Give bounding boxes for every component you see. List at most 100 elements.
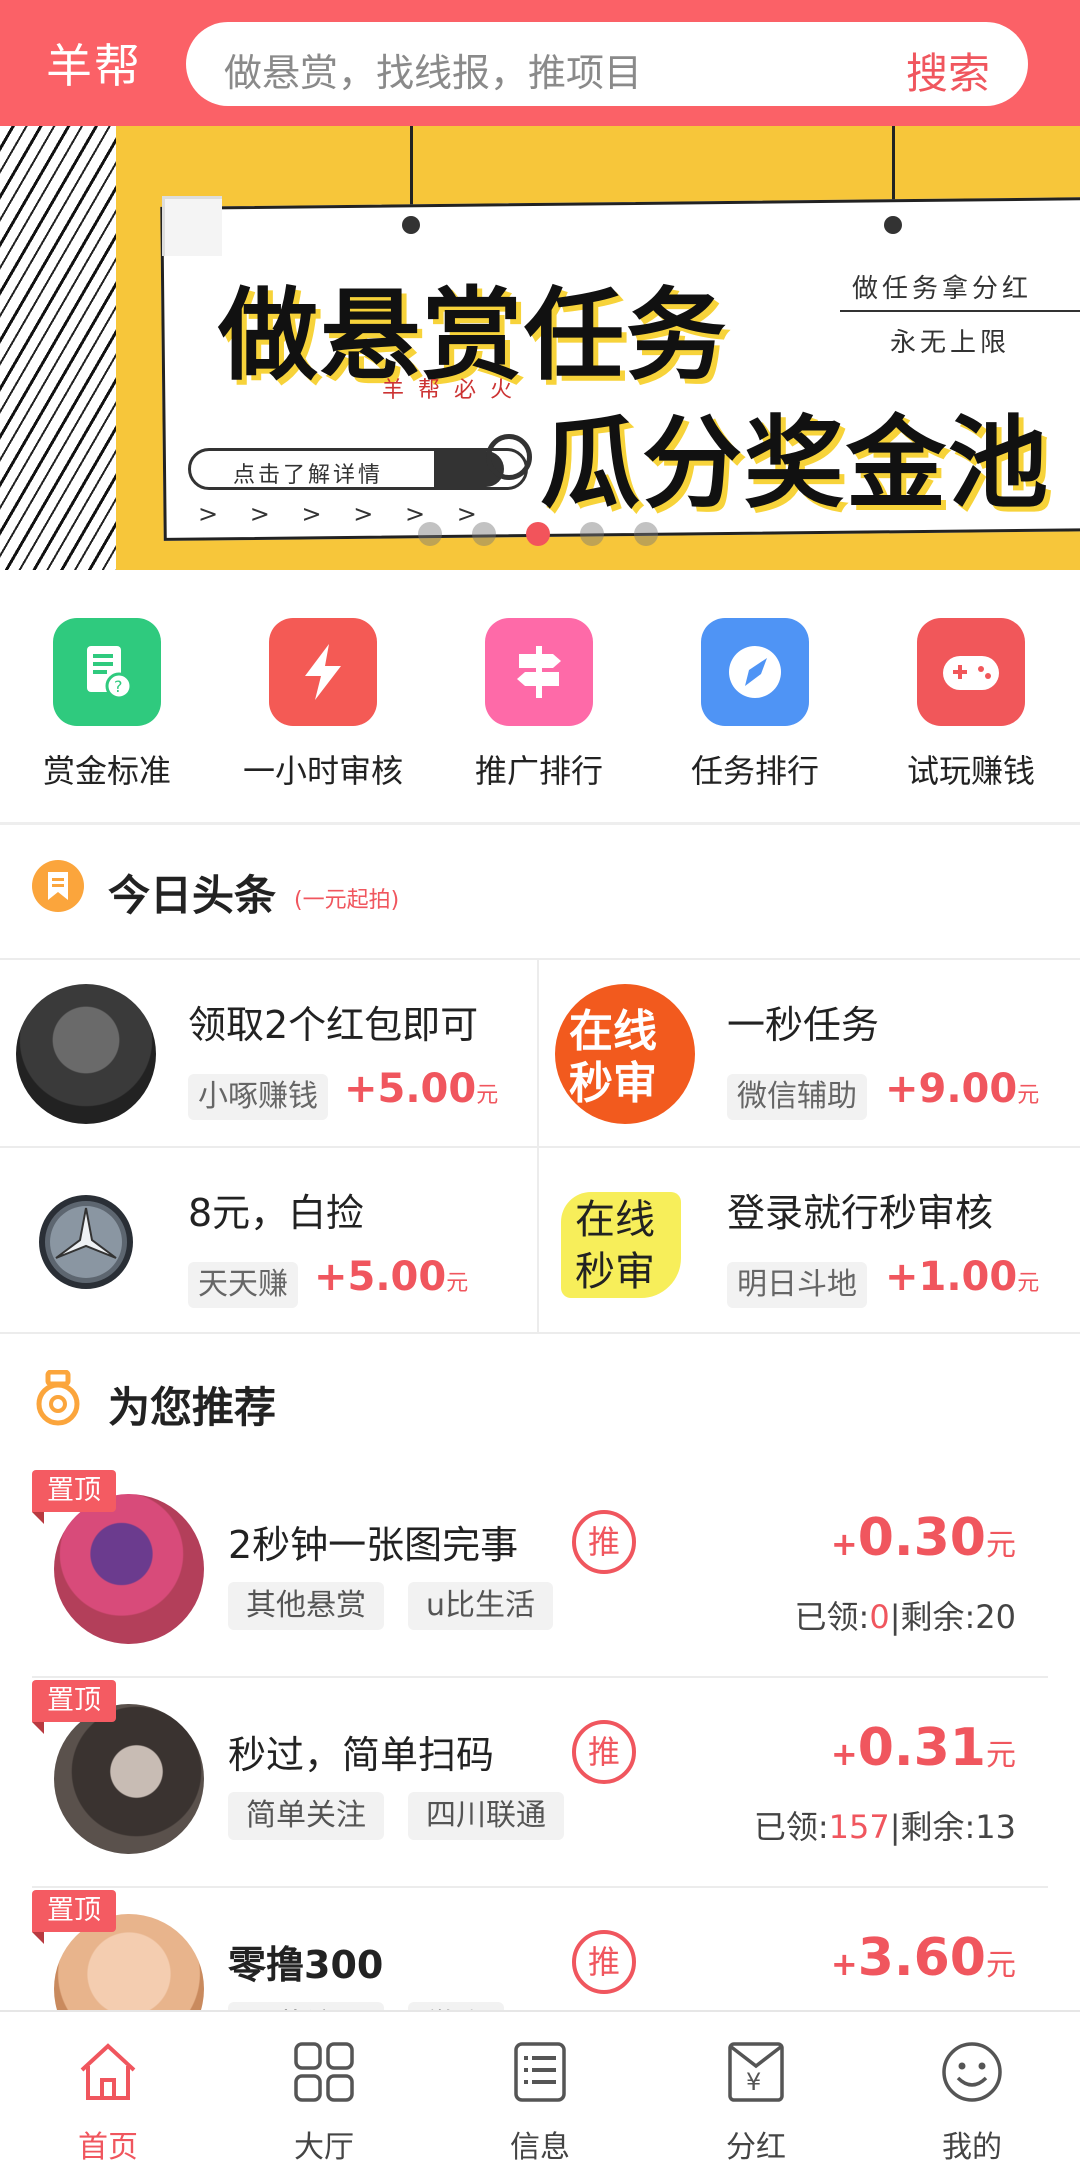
quick-nav-task-rank[interactable]: 任务排行 — [660, 618, 850, 808]
headline-item[interactable]: 在线 秒审 一秒任务 微信辅助 +9.00元 — [539, 960, 1077, 1146]
task-tag: 微店 — [408, 2002, 504, 2010]
smiley-icon — [942, 2042, 1002, 2102]
task-tag: u比生活 — [408, 1582, 554, 1630]
price-value: +9.00 — [885, 1066, 1018, 1112]
carousel-dot[interactable] — [580, 522, 604, 546]
tab-hall[interactable]: 大厅 — [216, 2012, 432, 2160]
medal-icon — [30, 1369, 86, 1426]
banner-arrows: > > > > > > — [198, 500, 489, 528]
car-emblem-icon — [39, 1195, 133, 1289]
headlines-title: 今日头条 — [108, 871, 277, 920]
thumbnail-text: 在线 秒审 — [569, 1006, 657, 1109]
plus-sign: + — [830, 1735, 858, 1773]
price-unit: 元 — [476, 1083, 499, 1108]
headline-price: +5.00元 — [344, 1066, 498, 1112]
recommend-item[interactable]: 置顶 2秒钟一张图完事 其他悬赏 u比生活 推 +0.30元 已领:0|剩余:2… — [32, 1470, 1048, 1680]
quick-nav-label: 一小时审核 — [242, 752, 403, 790]
price-unit: 元 — [986, 1948, 1016, 1983]
carousel-dot[interactable] — [472, 522, 496, 546]
headline-thumbnail — [16, 984, 156, 1124]
claimed-count: 0 — [869, 1598, 890, 1636]
yuan-envelope-icon: ¥ — [728, 2042, 784, 2102]
home-icon — [80, 2043, 136, 2100]
app-logo[interactable]: 羊帮 — [46, 30, 142, 96]
headline-thumbnail: 在线 秒审 — [555, 984, 695, 1124]
pinned-badge: 置顶 — [32, 1470, 116, 1524]
task-stats: 已领:0|剩余:20 — [795, 1592, 1016, 1638]
section-divider — [0, 822, 1080, 825]
claimed-label: 已领: — [753, 1808, 829, 1846]
list-icon — [514, 2042, 566, 2102]
quick-nav-promo-rank[interactable]: 推广排行 — [444, 618, 634, 808]
headline-price: +1.00元 — [885, 1254, 1039, 1300]
price-unit: 元 — [1017, 1083, 1040, 1108]
lightning-icon — [269, 618, 377, 726]
list-divider — [32, 1886, 1048, 1888]
gamepad-icon — [917, 618, 1025, 726]
quick-nav-one-hour-review[interactable]: 一小时审核 — [228, 618, 418, 808]
recommend-title: 为您推荐 — [108, 1383, 277, 1432]
task-avatar — [54, 1494, 204, 1644]
quick-nav-trial-play[interactable]: 试玩赚钱 — [876, 618, 1066, 808]
tab-label: 我的 — [942, 2130, 1002, 2160]
price-unit: 元 — [446, 1271, 469, 1296]
quick-nav-reward-standard[interactable]: ? 赏金标准 — [12, 618, 202, 808]
grid-icon — [294, 2042, 354, 2102]
task-reward: +0.30元 — [831, 1508, 1016, 1568]
search-input[interactable]: 做悬赏，找线报，推项目 — [224, 42, 642, 97]
price-unit: 元 — [1017, 1271, 1040, 1296]
task-reward: +0.31元 — [831, 1718, 1016, 1778]
price-value: +5.00 — [344, 1066, 477, 1112]
quick-nav: ? 赏金标准 一小时审核 推广排行 任务排行 试玩赚钱 — [0, 570, 1080, 822]
carousel-dot[interactable] — [634, 522, 658, 546]
tab-label: 分红 — [726, 2130, 786, 2160]
quick-nav-label: 任务排行 — [690, 752, 819, 790]
claimed-count: 157 — [828, 1808, 890, 1846]
pinned-badge: 置顶 — [32, 1680, 116, 1734]
banner-right-line1: 做任务拿分红 — [852, 274, 1033, 304]
price-value: 0.31 — [857, 1718, 986, 1778]
tab-home[interactable]: 首页 — [0, 2012, 216, 2160]
banner-small-text: 羊帮必火 — [382, 378, 527, 403]
task-tag: 简单关注 — [228, 1792, 384, 1840]
carousel-dot[interactable] — [418, 522, 442, 546]
recommend-badge: 推 — [572, 1930, 636, 1994]
task-tag: 其他悬赏 — [228, 1582, 384, 1630]
quick-nav-label: 试玩赚钱 — [906, 752, 1035, 790]
headline-tag: 小啄赚钱 — [188, 1074, 328, 1120]
claimed-label: 已领: — [794, 1598, 870, 1636]
headline-title: 一秒任务 — [727, 1003, 880, 1047]
headline-price: +9.00元 — [885, 1066, 1039, 1112]
recommend-item[interactable]: 置顶 零撸300 下载注册 微店 推 +3.60元 — [32, 1890, 1048, 2010]
headline-price: +5.00元 — [314, 1254, 468, 1300]
quick-nav-label: 推广排行 — [474, 752, 603, 790]
bookmark-icon — [30, 858, 86, 914]
carousel-dot-active[interactable] — [526, 522, 550, 546]
price-value: +1.00 — [885, 1254, 1018, 1300]
pinned-badge: 置顶 — [32, 1890, 116, 1944]
search-bar[interactable]: 做悬赏，找线报，推项目 搜索 — [186, 22, 1028, 106]
remaining-label: |剩余: — [889, 1808, 976, 1846]
tab-dividends[interactable]: ¥ 分红 — [648, 2012, 864, 2160]
banner-pin — [884, 216, 902, 234]
recommend-item[interactable]: 置顶 秒过，简单扫码 简单关注 四川联通 推 +0.31元 已领:157|剩余:… — [32, 1680, 1048, 1890]
banner-speedlines — [0, 126, 116, 570]
remaining-count: 13 — [975, 1808, 1016, 1846]
headline-item[interactable]: 在线 秒审 登录就行秒审核 明日斗地 +1.00元 — [539, 1148, 1077, 1334]
tab-profile[interactable]: 我的 — [864, 2012, 1080, 2160]
headline-item[interactable]: 领取2个红包即可 小啄赚钱 +5.00元 — [0, 960, 538, 1146]
compass-icon — [701, 618, 809, 726]
headline-item[interactable]: 8元，白捡 天天赚 +5.00元 — [0, 1148, 538, 1334]
tab-label: 信息 — [510, 2130, 570, 2160]
search-button[interactable]: 搜索 — [906, 40, 990, 101]
document-question-icon: ? — [53, 618, 161, 726]
price-value: 3.60 — [857, 1928, 986, 1988]
promo-banner[interactable]: 做悬赏任务 羊帮必火 瓜分奖金池 做任务拿分红 永无上限 点击了解详情 > > … — [0, 126, 1080, 570]
headline-title: 登录就行秒审核 — [727, 1191, 994, 1235]
banner-right-line2: 永无上限 — [890, 328, 1011, 358]
price-unit: 元 — [986, 1528, 1016, 1563]
task-tag: 下载注册 — [228, 2002, 384, 2010]
tab-messages[interactable]: 信息 — [432, 2012, 648, 2160]
task-reward: +3.60元 — [831, 1928, 1016, 1988]
recommend-badge: 推 — [572, 1720, 636, 1784]
